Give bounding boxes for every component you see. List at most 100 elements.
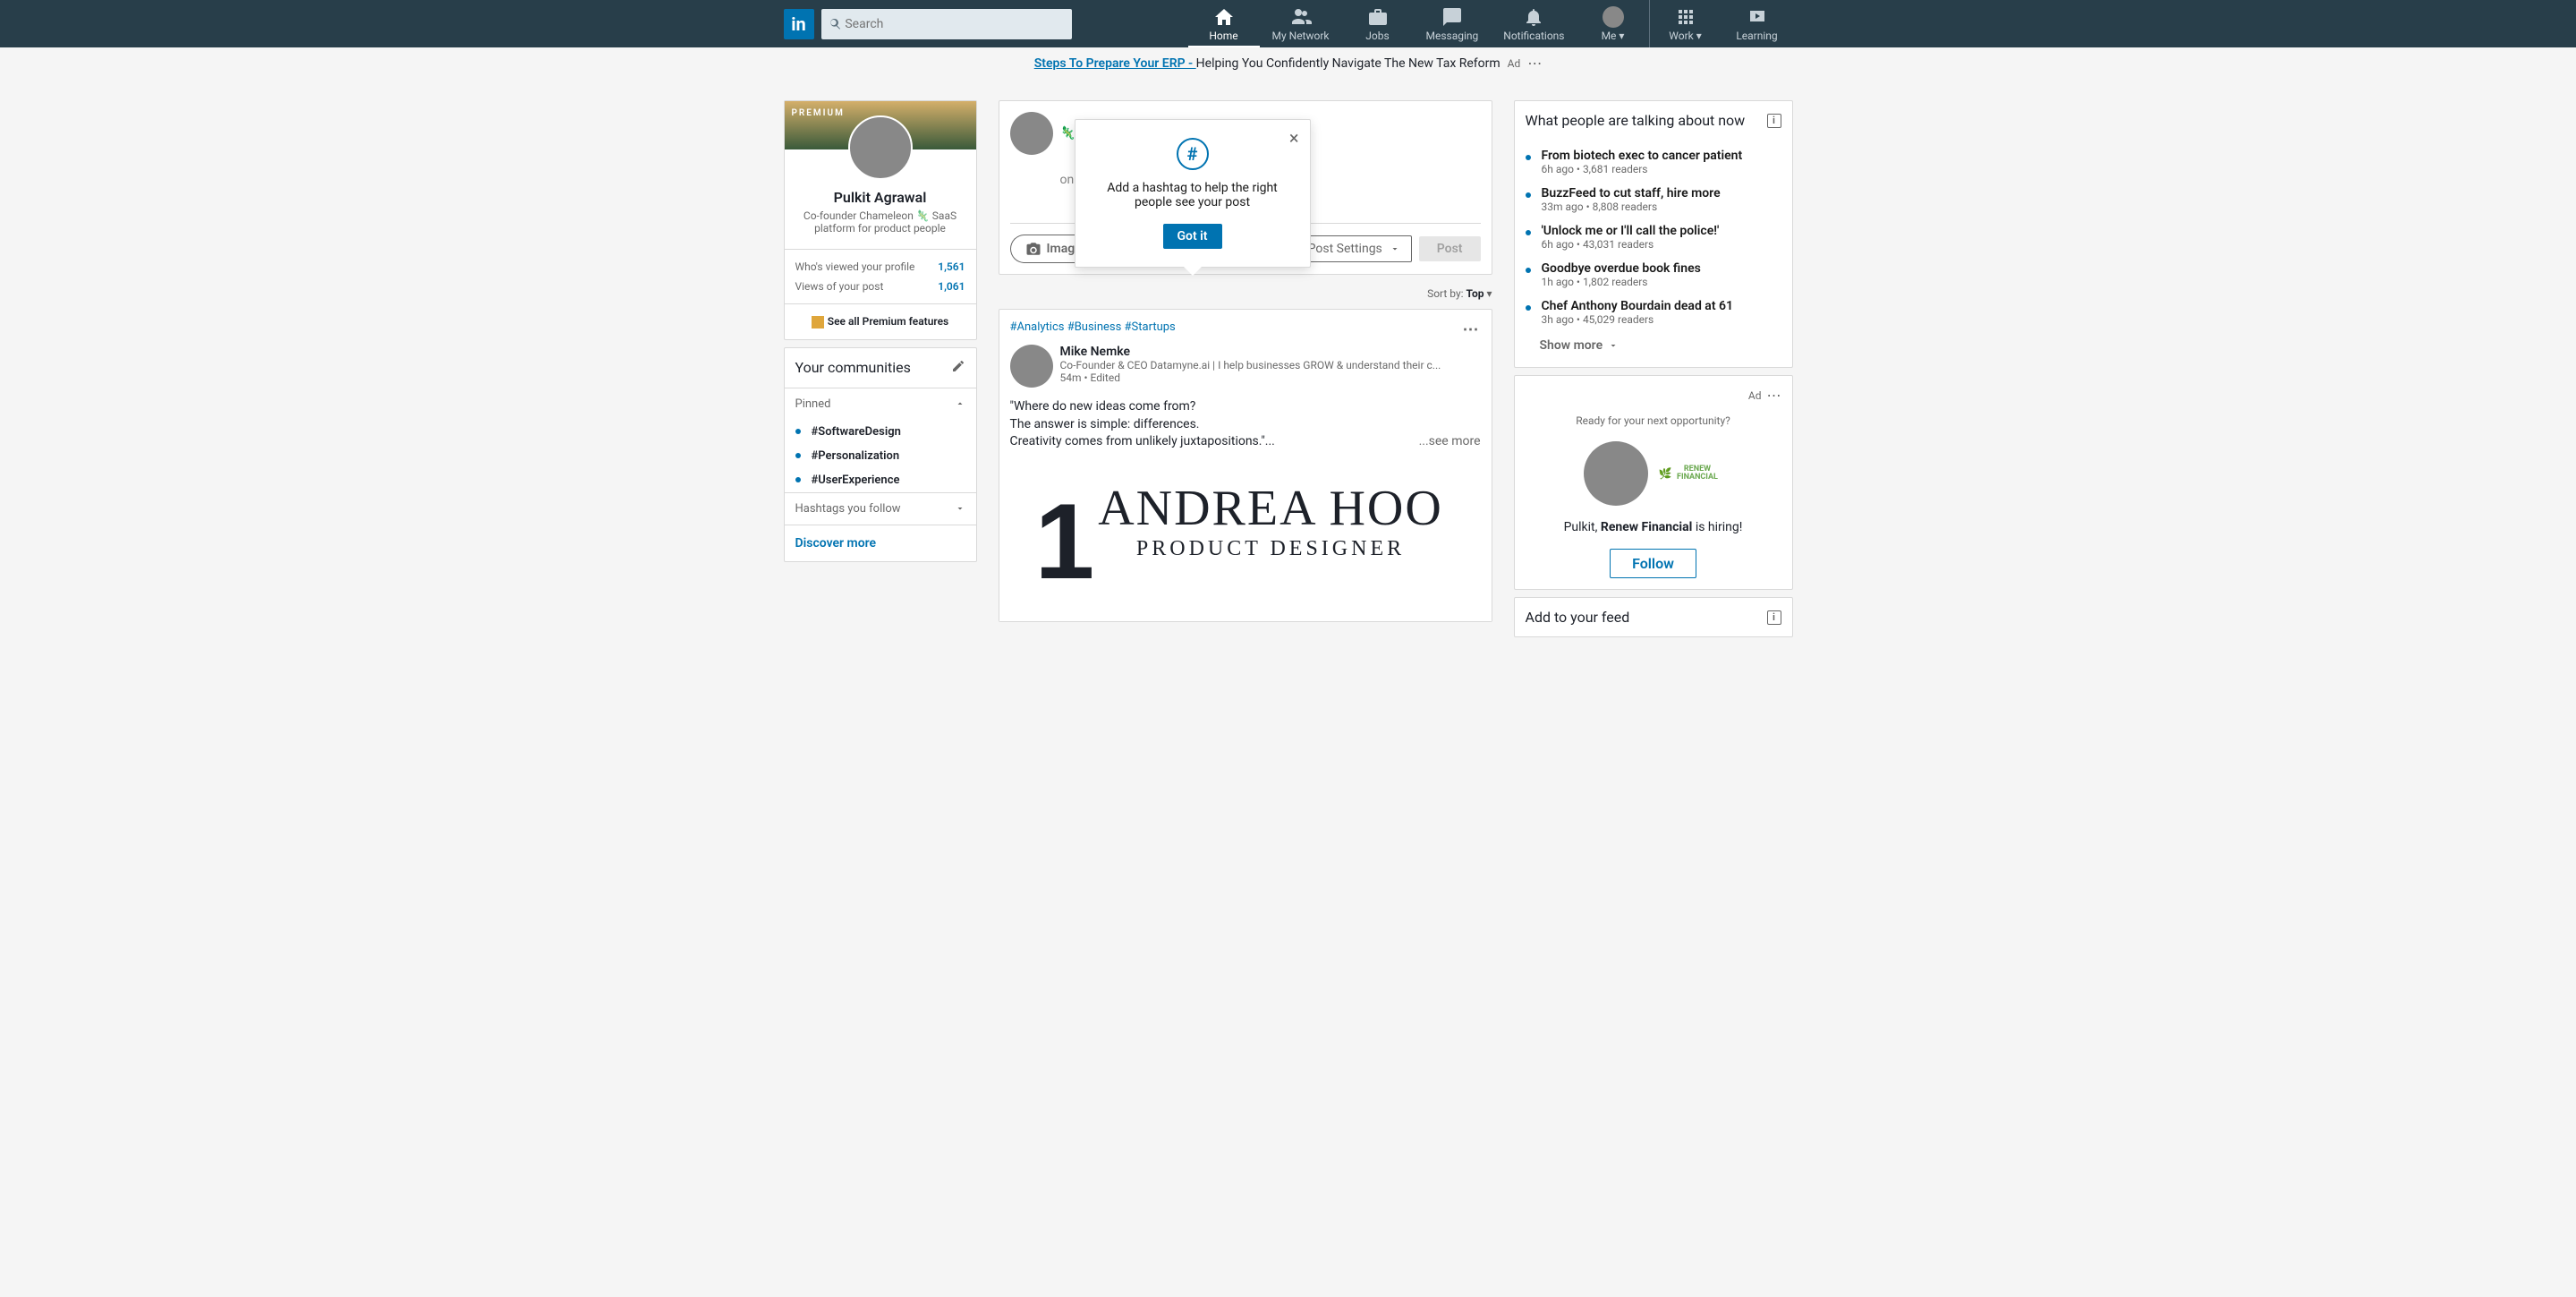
nav-label: Home xyxy=(1209,30,1237,42)
news-item[interactable]: From biotech exec to cancer patient6h ag… xyxy=(1515,143,1792,181)
right-ad-card: Ad ⋯ Ready for your next opportunity? 🌿 … xyxy=(1514,375,1793,590)
premium-icon xyxy=(812,316,824,329)
news-item[interactable]: BuzzFeed to cut staff, hire more33m ago … xyxy=(1515,181,1792,218)
dot-icon xyxy=(795,453,801,458)
profile-name[interactable]: Pulkit Agrawal xyxy=(795,189,965,206)
stat-label: Who's viewed your profile xyxy=(795,260,915,273)
hashtags-follow-header[interactable]: Hashtags you follow xyxy=(785,493,976,525)
share-box: × # Add a hashtag to help the right peop… xyxy=(999,100,1492,275)
chevron-down-icon xyxy=(1390,243,1400,254)
nav-label: My Network xyxy=(1272,30,1330,42)
news-item[interactable]: 'Unlock me or I'll call the police!'6h a… xyxy=(1515,218,1792,256)
ad-banner: Steps To Prepare Your ERP - Helping You … xyxy=(0,47,2576,79)
network-icon xyxy=(1290,6,1312,28)
post-author-avatar[interactable] xyxy=(1010,345,1053,388)
show-more-button[interactable]: Show more xyxy=(1515,331,1792,363)
hashtag-item[interactable]: #UserExperience xyxy=(785,468,976,492)
profile-stat-views[interactable]: Who's viewed your profile 1,561 xyxy=(785,250,976,277)
search-input[interactable] xyxy=(845,17,1064,31)
nav-notifications[interactable]: Notifications xyxy=(1491,0,1577,47)
stat-label: Views of your post xyxy=(795,280,884,293)
premium-features-link[interactable]: See all Premium features xyxy=(785,303,976,339)
grid-icon xyxy=(1675,6,1696,28)
nav-learning[interactable]: Learning xyxy=(1722,0,1793,47)
jobs-icon xyxy=(1367,6,1389,28)
communities-title: Your communities xyxy=(795,359,911,376)
nav-home[interactable]: Home xyxy=(1188,0,1260,47)
nav-label: Work ▾ xyxy=(1669,30,1701,42)
chevron-up-icon xyxy=(955,398,965,409)
edit-icon[interactable] xyxy=(951,359,965,377)
post-author-name[interactable]: Mike Nemke xyxy=(1060,345,1441,359)
feed-post: ⋯ #Analytics #Business #Startups Mike Ne… xyxy=(999,309,1492,622)
bell-icon xyxy=(1523,6,1544,28)
ad-menu-icon[interactable]: ⋯ xyxy=(1767,387,1781,404)
stat-value: 1,061 xyxy=(938,280,965,293)
camera-icon xyxy=(1025,241,1041,257)
nav-network[interactable]: My Network xyxy=(1260,0,1342,47)
dot-icon xyxy=(1526,230,1531,235)
stat-value: 1,561 xyxy=(938,260,965,273)
nav-work[interactable]: Work ▾ xyxy=(1650,0,1722,47)
ad-text: Helping You Confidently Navigate The New… xyxy=(1196,56,1501,71)
chevron-down-icon: ▾ xyxy=(1486,287,1492,300)
post-timestamp: 54m • Edited xyxy=(1060,371,1441,384)
premium-badge: PREMIUM xyxy=(792,108,845,118)
follow-button[interactable]: Follow xyxy=(1610,549,1696,578)
share-avatar xyxy=(1010,112,1053,155)
communities-card: Your communities Pinned #SoftwareDesign … xyxy=(784,347,977,562)
close-icon[interactable]: × xyxy=(1289,127,1299,149)
info-icon[interactable]: i xyxy=(1767,114,1781,128)
dot-icon xyxy=(795,429,801,434)
nav-me[interactable]: Me ▾ xyxy=(1577,0,1649,47)
ad-label: Ad xyxy=(1508,57,1521,70)
profile-stat-post[interactable]: Views of your post 1,061 xyxy=(785,277,976,303)
sort-dropdown[interactable]: Sort by: Top ▾ xyxy=(999,282,1492,309)
ad-link[interactable]: Steps To Prepare Your ERP - xyxy=(1034,56,1196,71)
post-menu-icon[interactable]: ⋯ xyxy=(1463,320,1481,339)
got-it-button[interactable]: Got it xyxy=(1163,224,1222,249)
nav-label: Notifications xyxy=(1503,30,1564,42)
nav-label: Learning xyxy=(1736,30,1777,42)
discover-more-link[interactable]: Discover more xyxy=(785,525,976,561)
post-author-headline: Co-Founder & CEO Datamyne.ai | I help bu… xyxy=(1060,359,1441,371)
search-bar[interactable] xyxy=(821,9,1072,39)
hashtag-item[interactable]: #SoftwareDesign xyxy=(785,420,976,444)
learning-icon xyxy=(1747,6,1768,28)
add-to-feed-title: Add to your feed xyxy=(1526,609,1630,626)
pinned-header[interactable]: Pinned xyxy=(785,388,976,420)
avatar xyxy=(1603,6,1624,28)
nav-messaging[interactable]: Messaging xyxy=(1414,0,1492,47)
nav-jobs[interactable]: Jobs xyxy=(1342,0,1414,47)
home-icon xyxy=(1213,6,1235,28)
info-icon[interactable]: i xyxy=(1767,610,1781,625)
post-hashtags[interactable]: #Analytics #Business #Startups xyxy=(1010,320,1481,334)
news-item[interactable]: Goodbye overdue book fines1h ago • 1,802… xyxy=(1515,256,1792,294)
chevron-down-icon xyxy=(955,503,965,514)
nav-label: Jobs xyxy=(1365,30,1389,42)
nav-label: Me ▾ xyxy=(1602,30,1625,42)
ad-question: Ready for your next opportunity? xyxy=(1526,414,1781,427)
hashtag-icon: # xyxy=(1177,138,1209,170)
profile-headline: Co-founder Chameleon 🦎 SaaS platform for… xyxy=(795,209,965,235)
ad-menu-icon[interactable]: ⋯ xyxy=(1527,55,1542,72)
post-button[interactable]: Post xyxy=(1419,236,1481,261)
dot-icon xyxy=(1526,192,1531,198)
see-more-link[interactable]: ...see more xyxy=(1419,433,1481,451)
post-settings-dropdown[interactable]: Post Settings xyxy=(1297,235,1412,262)
add-to-feed-card[interactable]: Add to your feed i xyxy=(1514,597,1793,637)
hashtag-item[interactable]: #Personalization xyxy=(785,444,976,468)
tooltip-text: Add a hashtag to help the right people s… xyxy=(1093,181,1292,209)
post-image[interactable]: 1 ANDREA HOO PRODUCT DESIGNER xyxy=(999,462,1492,621)
profile-card: PREMIUM Pulkit Agrawal Co-founder Chamel… xyxy=(784,100,977,340)
linkedin-logo[interactable]: in xyxy=(784,9,814,39)
profile-avatar[interactable] xyxy=(848,115,913,180)
hashtag-tooltip: × # Add a hashtag to help the right peop… xyxy=(1075,119,1311,268)
ad-label: Ad xyxy=(1748,389,1762,402)
nav-label: Messaging xyxy=(1426,30,1479,42)
ad-user-avatar xyxy=(1584,441,1648,506)
dot-icon xyxy=(795,477,801,482)
news-item[interactable]: Chef Anthony Bourdain dead at 613h ago •… xyxy=(1515,294,1792,331)
chevron-down-icon xyxy=(1608,340,1619,351)
ad-text: Pulkit, Renew Financial is hiring! xyxy=(1526,520,1781,534)
